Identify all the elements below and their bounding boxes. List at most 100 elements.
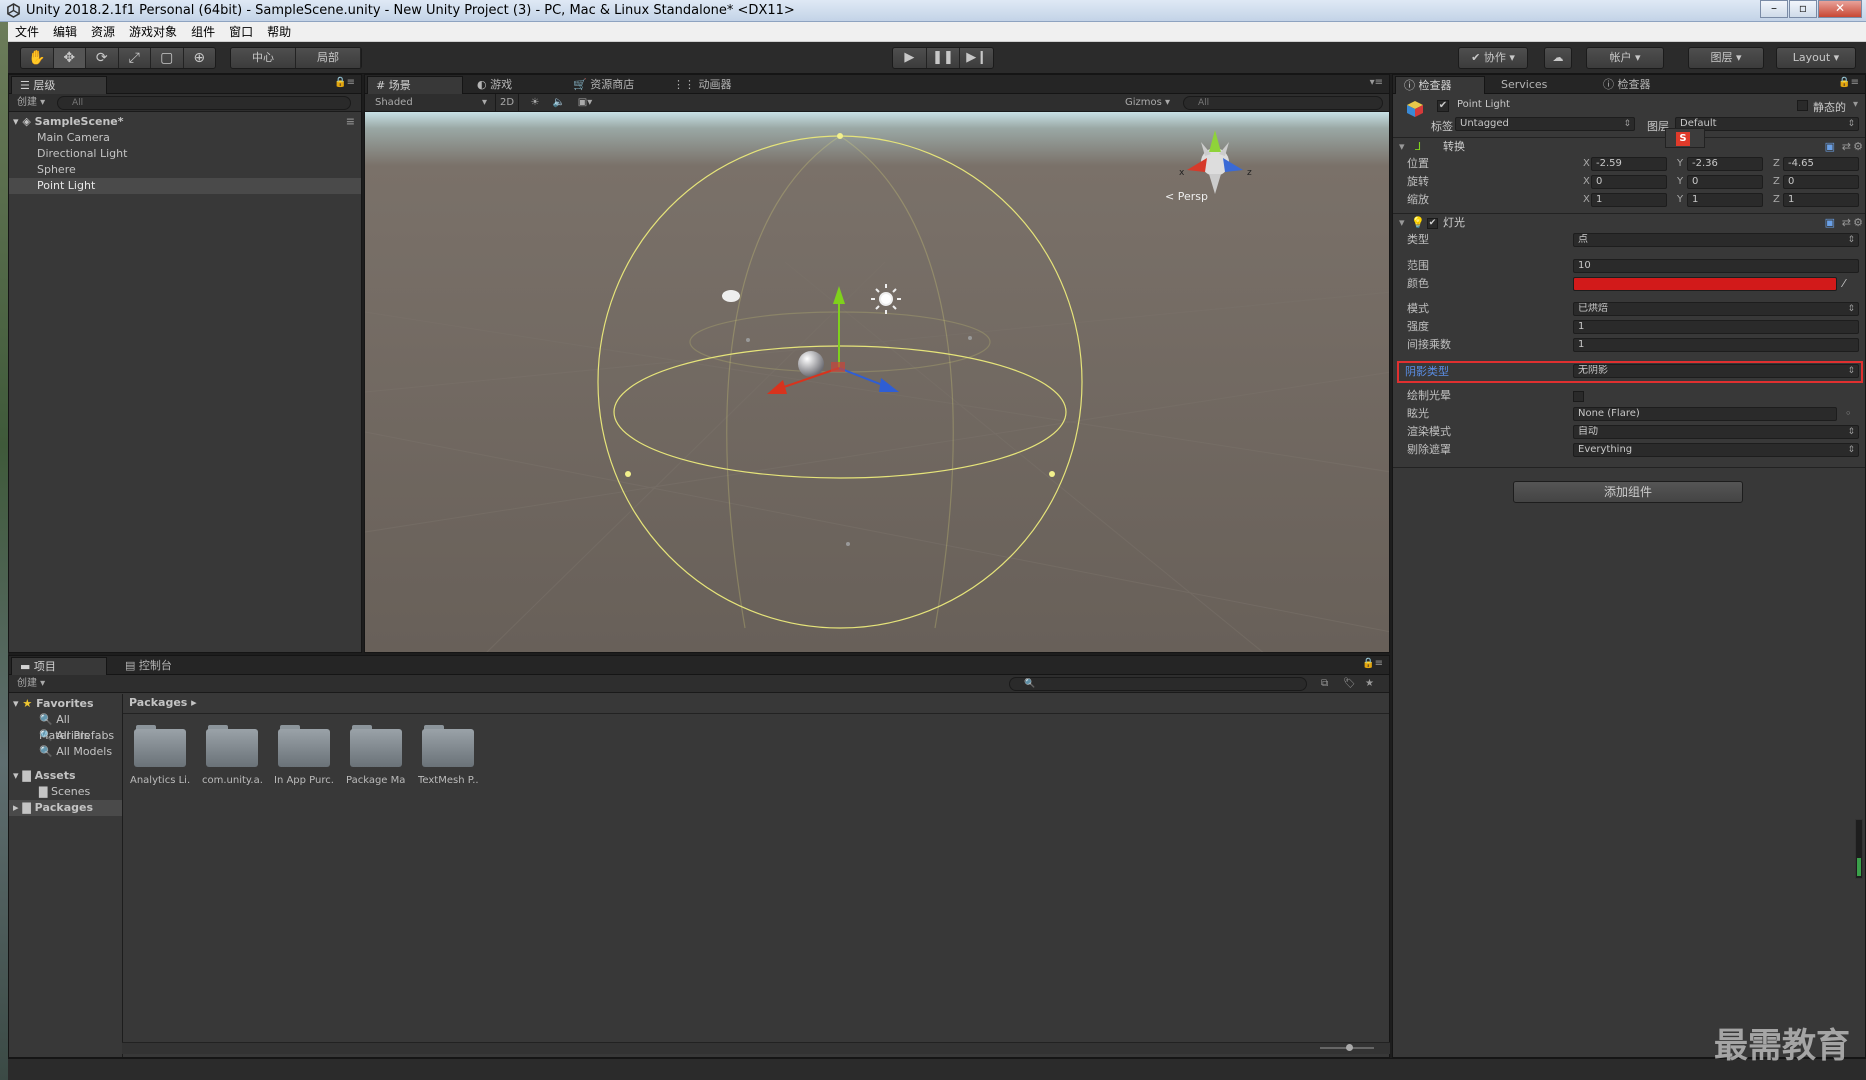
intensity-field[interactable]: 1 [1573,320,1859,334]
step-button[interactable]: ▶❙ [960,48,993,68]
pause-button[interactable]: ❚❚ [927,48,961,68]
tab-scene[interactable]: # 场景 [367,76,463,94]
scale-z-field[interactable]: 1 [1783,193,1859,207]
tree-all-models[interactable]: 🔍 All Models [9,744,122,760]
layout-dropdown[interactable]: Layout ▾ [1776,47,1856,69]
layers-dropdown[interactable]: 图层 ▾ [1688,47,1764,69]
scale-x-field[interactable]: 1 [1591,193,1667,207]
gizmos-dropdown[interactable]: Gizmos ▾ [1125,94,1175,111]
scene-menu-icon[interactable]: ≡ [346,114,355,130]
folder-analytics[interactable]: Analytics Li... [130,725,190,786]
tab-inspector-2[interactable]: ⓘ 检查器 [1595,76,1685,94]
menu-component[interactable]: 组件 [184,22,222,41]
rect-tool-icon[interactable]: ▢ [151,48,184,68]
folder-in-app-purchasing[interactable]: In App Purc... [274,725,334,786]
shading-dropdown[interactable]: Shaded ▾ [375,94,487,111]
favorite-star-icon[interactable]: ★ [1365,675,1374,692]
scene-panel-menu-icon[interactable]: ▾≡ [1370,77,1383,88]
project-lock-icon[interactable]: 🔒≡ [1362,658,1383,669]
close-button[interactable]: ✕ [1818,0,1862,18]
inspector-scrollbar[interactable] [1855,819,1863,879]
tree-all-prefabs[interactable]: 🔍 All Prefabs [9,728,122,744]
menu-window[interactable]: 窗口 [222,22,260,41]
minimize-button[interactable]: – [1760,0,1788,18]
scene-search[interactable]: All [1183,96,1383,110]
hierarchy-item-main-camera[interactable]: Main Camera [9,130,361,146]
light-help-icon[interactable]: ▣ [1825,214,1835,232]
position-x-field[interactable]: -2.59 [1591,157,1667,171]
static-checkbox[interactable] [1797,100,1808,111]
hierarchy-item-point-light[interactable]: Point Light [9,178,361,194]
hierarchy-item-sphere[interactable]: Sphere [9,162,361,178]
rotation-x-field[interactable]: 0 [1591,175,1667,189]
tag-dropdown[interactable]: Untagged [1455,117,1635,131]
collab-button[interactable]: ✔ 协作 ▾ [1458,47,1528,69]
filter-type-icon[interactable]: ⧉ [1321,675,1328,692]
maximize-button[interactable]: ▫ [1789,0,1817,18]
transform-header[interactable]: ▾ ⅃ 转换 S ▣ ⇄ ⚙ [1393,128,1865,156]
hierarchy-item-directional-light[interactable]: Directional Light [9,146,361,162]
play-button[interactable]: ▶ [893,48,927,68]
type-dropdown[interactable]: 点 [1573,233,1859,247]
menu-edit[interactable]: 编辑 [46,22,84,41]
shadow-type-dropdown[interactable]: 无阴影 [1573,364,1859,378]
camera-gizmo-icon[interactable] [722,290,740,302]
scene-lighting-icon[interactable]: ☀ [525,94,545,111]
rotation-y-field[interactable]: 0 [1687,175,1763,189]
orientation-gizmo[interactable]: x z [1179,130,1252,194]
scene-audio-icon[interactable]: 🔈 [549,94,569,111]
inspector-lock-icon[interactable]: 🔒≡ [1838,77,1859,88]
color-swatch[interactable] [1573,277,1837,291]
move-tool-icon[interactable]: ✥ [53,48,86,68]
hierarchy-search[interactable]: All [57,96,351,110]
flare-field[interactable]: None (Flare) [1573,407,1837,421]
folder-com-unity[interactable]: com.unity.a... [202,725,262,786]
transform-help-icon[interactable]: ▣ [1825,138,1835,156]
project-breadcrumb[interactable]: Packages ▸ [129,696,197,709]
range-field[interactable]: 10 [1573,259,1859,273]
static-dropdown-icon[interactable]: ▾ [1853,99,1858,110]
lock-icon[interactable]: 🔒≡ [334,77,355,88]
menu-gameobject[interactable]: 游戏对象 [122,22,184,41]
s-tool-icon[interactable]: S [1665,128,1705,148]
hand-tool-icon[interactable]: ✋ [21,48,54,68]
light-settings-icon[interactable]: ⚙ [1853,214,1863,232]
sun-gizmo-icon[interactable] [871,284,901,314]
tab-hierarchy[interactable]: ☰ 层级 [11,76,107,94]
pivot-center-button[interactable]: 中心 [231,48,296,68]
tab-inspector[interactable]: ⓘ 检查器 [1395,76,1485,94]
tab-asset-store[interactable]: 🛒 资源商店 [565,76,661,94]
pivot-local-button[interactable]: 局部 [296,48,361,68]
folder-textmesh-pro[interactable]: TextMesh P... [418,725,478,786]
position-z-field[interactable]: -4.65 [1783,157,1859,171]
transform-preset-icon[interactable]: ⇄ [1842,138,1851,156]
light-preset-icon[interactable]: ⇄ [1842,214,1851,232]
rotation-z-field[interactable]: 0 [1783,175,1859,189]
filter-label-icon[interactable]: 🏷 [1343,675,1356,692]
position-y-field[interactable]: -2.36 [1687,157,1763,171]
add-component-button[interactable]: 添加组件 [1513,481,1743,503]
cloud-icon[interactable]: ☁ [1544,47,1572,69]
transform-tool-icon[interactable]: ⊕ [184,48,216,68]
light-enabled-checkbox[interactable]: ✔ [1427,218,1438,229]
halo-checkbox[interactable] [1573,391,1584,402]
icon-size-slider[interactable] [1320,1044,1374,1051]
tab-console[interactable]: ▤ 控制台 [117,657,197,675]
render-mode-dropdown[interactable]: 自动 [1573,425,1859,439]
rotate-tool-icon[interactable]: ⟳ [86,48,119,68]
tab-game[interactable]: ◐ 游戏 [469,76,549,94]
project-create-dropdown[interactable]: 创建 ▾ [17,675,45,692]
culling-dropdown[interactable]: Everything [1573,443,1859,457]
project-search[interactable]: 🔍 [1009,677,1307,691]
menu-help[interactable]: 帮助 [260,22,298,41]
tab-animator[interactable]: ⋮⋮ 动画器 [665,76,755,94]
tree-favorites[interactable]: ▾ ★ Favorites [9,696,122,712]
tree-all-materials[interactable]: 🔍 All Materials [9,712,122,742]
tab-project[interactable]: ▬ 项目 [11,657,107,675]
folder-package-manager[interactable]: Package Ma... [346,725,406,786]
transform-settings-icon[interactable]: ⚙ [1853,138,1863,156]
light-header[interactable]: ▾ 💡 ✔ 灯光 ▣ ⇄ ⚙ [1393,213,1865,231]
tab-services[interactable]: Services [1493,76,1573,94]
menu-file[interactable]: 文件 [8,22,46,41]
menu-assets[interactable]: 资源 [84,22,122,41]
